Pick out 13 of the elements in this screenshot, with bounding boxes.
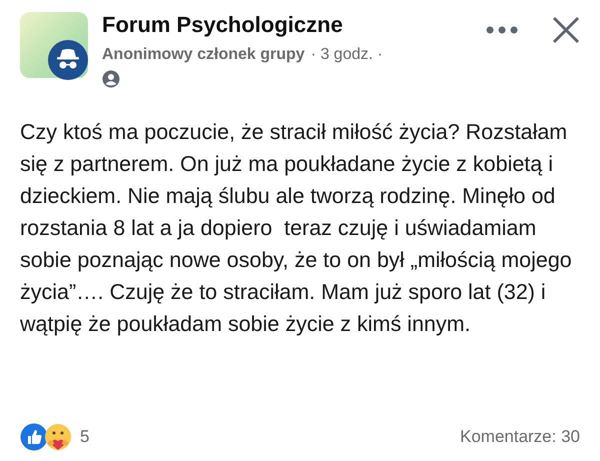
comments-count[interactable]: Komentarze: 30: [460, 427, 580, 447]
care-icon: [44, 423, 72, 451]
incognito-icon: [48, 40, 88, 80]
close-icon[interactable]: [552, 16, 580, 44]
group-avatar[interactable]: [20, 12, 88, 78]
group-name[interactable]: Forum Psychologiczne: [102, 12, 472, 38]
like-icon: [20, 423, 48, 451]
more-icon[interactable]: [486, 26, 518, 34]
post-text: Czy ktoś ma poczucie, że stracił miłość życia? Rozstałam się z partnerem. On już ma poukładane życie z kobietą i dzieckiem. Nie mają ślubu ale tworzą rodzinę. Minęło od rozstania 8 lat a ja dopiero teraz czuję i uświadamiam sobie poznając nowe osoby, że to on był „miłością mojego życia”…. Czuję że to straciłam. Mam już sporo lat (32) i wątpię że poukładam sobie życie z kimś innym.: [20, 119, 572, 338]
author-name[interactable]: Anonimowy członek grupy: [102, 46, 305, 64]
post-time[interactable]: · 3 godz. ·: [310, 46, 383, 64]
audience-icon: [102, 70, 120, 88]
reaction-count[interactable]: 5: [80, 427, 90, 447]
